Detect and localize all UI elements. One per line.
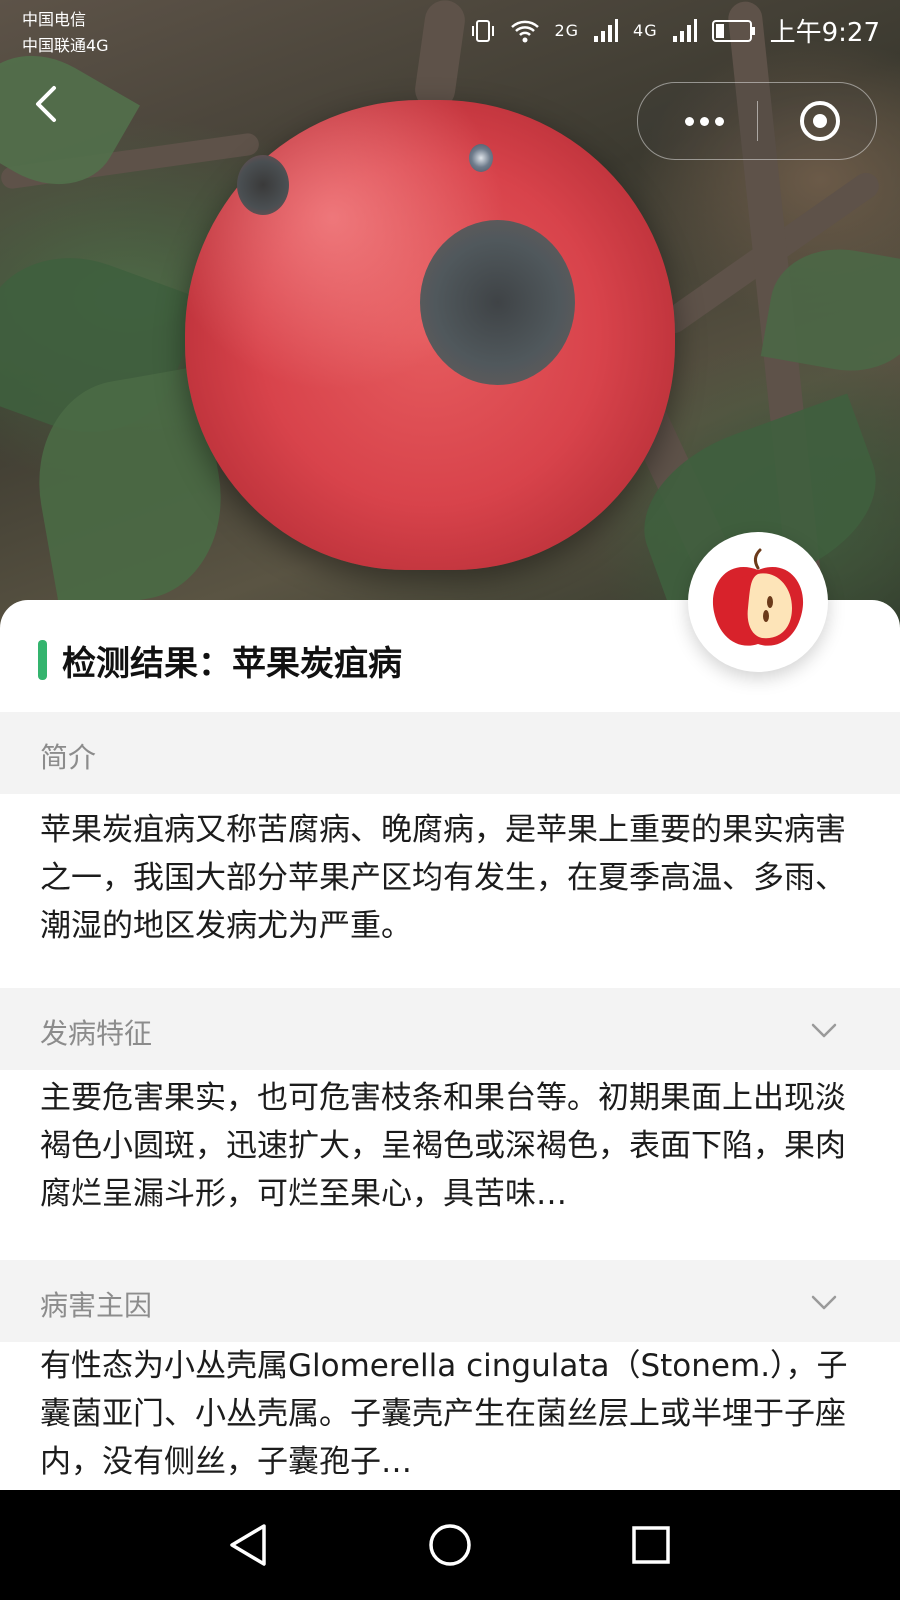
network-type-2: 4G [633,21,658,40]
miniprogram-capsule [637,82,877,160]
wifi-icon [511,20,540,42]
section-body-cause: 有性态为小丛壳属Glomerella cingulata（Stonem.），子囊… [40,1348,848,1480]
more-options-button[interactable] [674,103,734,139]
network-type-1: 2G [554,21,580,40]
section-header-intro: 简介 [0,712,900,794]
chevron-down-icon[interactable] [810,1016,838,1044]
result-title: 检测结果：苹果炭疽病 [62,644,402,684]
section-header-symptoms[interactable]: 发病特征 [0,988,900,1070]
chevron-left-icon [36,86,56,122]
section-heading: 发病特征 [40,1017,153,1050]
nav-home-button[interactable] [425,1520,475,1570]
section-body-symptoms: 主要危害果实，也可危害枝条和果台等。初期果面上出现淡褐色小圆斑，迅速扩大，呈褐色… [40,1080,846,1212]
circle-home-icon [429,1524,471,1566]
system-nav-bar [0,1490,900,1600]
status-indicators: 2G 4G 上午9:27 [470,12,880,49]
carrier-secondary: 中国联通4G [22,36,109,55]
nav-recents-button[interactable] [626,1520,676,1570]
carrier-primary: 中国电信 [22,10,87,29]
apple-badge [688,532,828,672]
status-bar: 中国电信 中国联通4G 2G 4G 上午9:27 [0,0,900,60]
section-heading: 简介 [40,741,97,774]
clock: 上午9:27 [769,18,880,48]
target-close-icon [800,101,840,141]
close-miniprogram-button[interactable] [798,99,842,143]
apple-slice-icon [712,548,804,646]
chevron-down-icon[interactable] [810,1288,838,1316]
signal-icon [594,18,619,42]
nav-back-button[interactable] [224,1520,274,1570]
apple-fruit [185,100,675,570]
vibrate-icon [472,19,495,42]
back-button[interactable] [26,82,70,126]
signal-icon [672,18,697,42]
result-sheet: 检测结果：苹果炭疽病 简介 苹果炭疽病又称苦腐病、晚腐病，是苹果上重要的果实病害… [0,600,900,1490]
capsule-divider [757,101,758,141]
section-heading: 病害主因 [40,1289,153,1322]
square-recents-icon [632,1526,670,1564]
battery-icon [711,19,755,42]
more-dots-icon [684,116,694,126]
title-accent-bar [38,640,47,680]
section-body-intro: 苹果炭疽病又称苦腐病、晚腐病，是苹果上重要的果实病害之一，我国大部分苹果产区均有… [40,812,846,944]
triangle-back-icon [230,1524,266,1566]
section-header-cause[interactable]: 病害主因 [0,1260,900,1342]
